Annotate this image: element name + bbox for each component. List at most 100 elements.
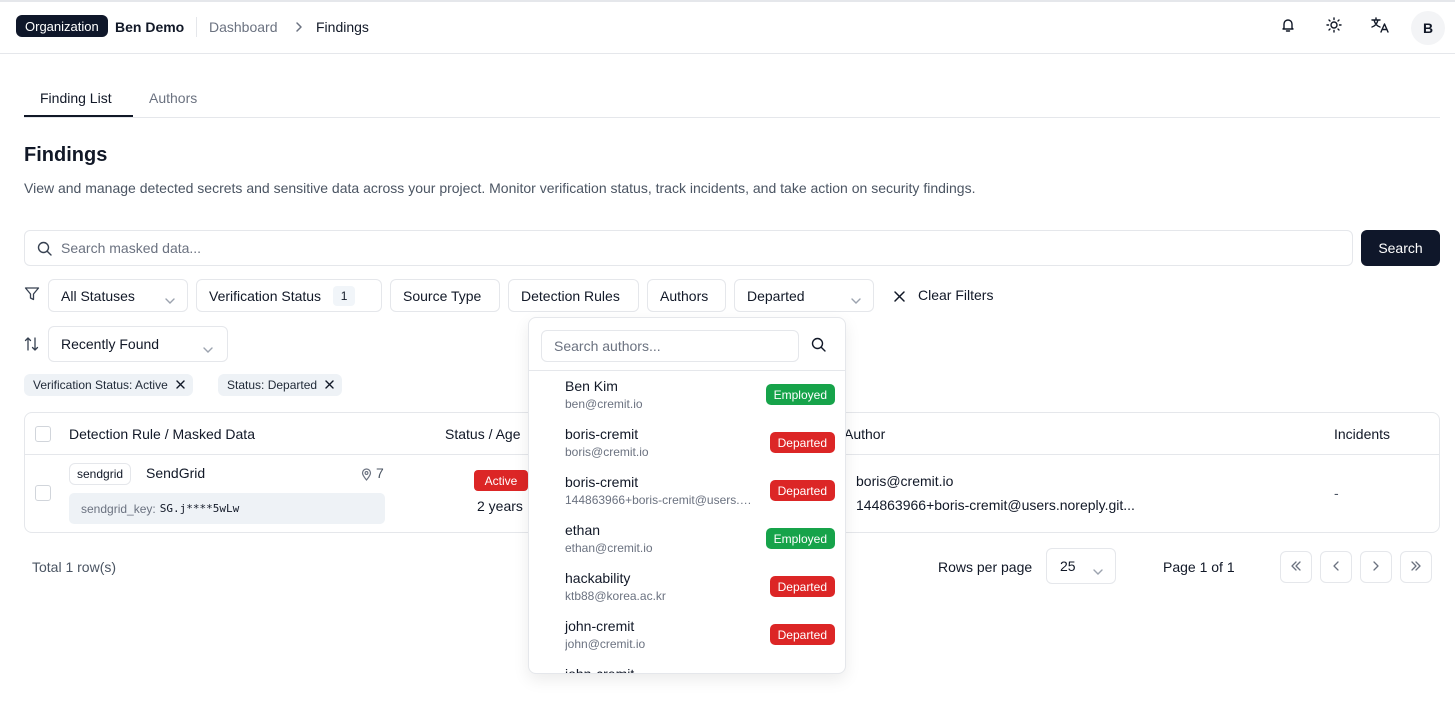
chip-label: Verification Status: Active: [33, 378, 168, 392]
author-email: 144863966+boris-cremit@users.noreply.git…: [856, 497, 1135, 513]
row-checkbox[interactable]: [35, 485, 51, 501]
age-text: 2 years: [477, 498, 523, 514]
active-filter-chip: Verification Status: Active: [24, 374, 193, 396]
breadcrumb-findings: Findings: [316, 19, 369, 35]
close-icon[interactable]: [893, 290, 906, 308]
author-email: ethan@cremit.io: [565, 541, 653, 555]
chevron-down-icon: [203, 341, 213, 357]
bell-icon: [1280, 17, 1296, 38]
last-page-button[interactable]: [1400, 551, 1432, 583]
clear-filters-button[interactable]: Clear Filters: [918, 287, 993, 303]
search-bar: [24, 230, 1353, 266]
map-pin-icon: [361, 468, 372, 486]
page-subtitle: View and manage detected secrets and sen…: [24, 180, 976, 196]
author-option[interactable]: hackability ktb88@korea.ac.kr Departed: [529, 570, 845, 618]
previous-page-button[interactable]: [1320, 551, 1352, 583]
search-icon[interactable]: [811, 337, 826, 357]
status-badge: Active: [474, 470, 528, 491]
chevron-right-icon: [293, 20, 305, 34]
notifications-button[interactable]: [1274, 13, 1302, 41]
author-email: 144863966+boris-cremit@users.noreply.git…: [565, 493, 757, 507]
tab-authors[interactable]: Authors: [149, 90, 197, 106]
author-name: ethan: [565, 522, 601, 538]
column-header-status[interactable]: Status / Age: [445, 426, 521, 442]
sort-value: Recently Found: [61, 336, 160, 352]
authors-dropdown: Ben Kim ben@cremit.io Employed boris-cre…: [528, 317, 846, 674]
active-filter-chip: Status: Departed: [218, 374, 343, 396]
chevron-down-icon: [165, 292, 175, 308]
author-name: hackability: [565, 570, 631, 586]
tab-finding-list[interactable]: Finding List: [40, 90, 112, 106]
theme-toggle-button[interactable]: [1320, 13, 1348, 41]
rows-per-page-value: 25: [1060, 558, 1076, 574]
language-button[interactable]: [1366, 13, 1394, 41]
author-email: john@cremit.io: [565, 637, 646, 651]
column-header-author[interactable]: Author: [844, 426, 885, 442]
page-title: Findings: [24, 144, 108, 166]
rule-name: SendGrid: [146, 465, 206, 481]
chevron-right-icon: [1372, 558, 1380, 576]
author-name: boris-cremit: [565, 474, 639, 490]
verification-status-filter[interactable]: Verification Status 1: [196, 279, 382, 312]
author-name: boris-cremit: [565, 426, 639, 442]
author-name: john-cremit: [565, 666, 635, 674]
location-count: 7: [376, 465, 384, 481]
employment-badge: Departed: [769, 432, 835, 453]
employment-badge: Departed: [769, 624, 835, 645]
search-input[interactable]: [61, 231, 1341, 265]
rows-per-page-select[interactable]: 25: [1046, 548, 1116, 584]
translate-icon: [1371, 16, 1389, 38]
chevron-left-icon: [1332, 558, 1340, 576]
close-icon[interactable]: [176, 378, 185, 392]
page-indicator: Page 1 of 1: [1163, 559, 1235, 575]
column-header-rule[interactable]: Detection Rule / Masked Data: [69, 426, 255, 442]
author-option[interactable]: ethan ethan@cremit.io Employed: [529, 522, 845, 570]
sun-icon: [1326, 16, 1342, 38]
employment-filter-select[interactable]: Departed: [734, 279, 874, 312]
active-tab-indicator: [24, 115, 133, 117]
chevrons-right-icon: [1410, 558, 1422, 576]
chevrons-left-icon: [1290, 558, 1302, 576]
sort-select[interactable]: Recently Found: [48, 326, 228, 362]
author-option[interactable]: Ben Kim ben@cremit.io Employed: [529, 378, 845, 426]
authors-filter[interactable]: Authors: [647, 279, 726, 312]
first-page-button[interactable]: [1280, 551, 1312, 583]
select-all-checkbox[interactable]: [35, 426, 51, 442]
incidents-count: -: [1334, 485, 1339, 501]
author-option[interactable]: john-cremit john@cremit.io Departed: [529, 618, 845, 666]
employment-badge: Departed: [769, 480, 835, 501]
org-name[interactable]: Ben Demo: [115, 19, 184, 35]
close-icon[interactable]: [325, 378, 334, 392]
masked-key: sendgrid_key:: [81, 501, 156, 516]
chevron-down-icon: [1093, 563, 1103, 579]
source-type-filter[interactable]: Source Type: [390, 279, 500, 312]
author-search-input[interactable]: [542, 331, 798, 361]
next-page-button[interactable]: [1360, 551, 1392, 583]
rows-per-page-label: Rows per page: [938, 559, 1033, 575]
org-badge[interactable]: Organization: [16, 15, 108, 37]
chip-label: Status: Departed: [227, 378, 318, 392]
employment-badge: Employed: [765, 528, 835, 549]
tabs: Finding List Authors: [24, 84, 1440, 118]
author-option[interactable]: boris-cremit boris@cremit.io Departed: [529, 426, 845, 474]
chevron-down-icon: [851, 292, 861, 308]
masked-value: SG.j****5wLw: [159, 502, 240, 515]
masked-data[interactable]: sendgrid_key: SG.j****5wLw: [69, 493, 385, 524]
status-filter-select[interactable]: All Statuses: [48, 279, 188, 312]
detection-rules-filter[interactable]: Detection Rules: [508, 279, 639, 312]
top-bar: Organization Ben Demo Dashboard Findings…: [0, 0, 1455, 54]
breadcrumb-dashboard[interactable]: Dashboard: [209, 19, 278, 35]
status-filter-value: All Statuses: [61, 287, 135, 304]
avatar[interactable]: B: [1411, 11, 1445, 45]
author-option[interactable]: john-cremit: [529, 666, 845, 674]
column-header-incidents[interactable]: Incidents: [1334, 426, 1390, 442]
search-button[interactable]: Search: [1361, 230, 1440, 266]
filter-count-badge: 1: [333, 285, 356, 306]
detection-rules-label: Detection Rules: [521, 287, 620, 304]
header-divider: [196, 17, 197, 37]
divider: [529, 370, 845, 371]
author-option[interactable]: boris-cremit 144863966+boris-cremit@user…: [529, 474, 845, 522]
search-icon: [37, 241, 52, 261]
total-rows: Total 1 row(s): [32, 559, 117, 575]
sort-icon: [24, 336, 40, 357]
